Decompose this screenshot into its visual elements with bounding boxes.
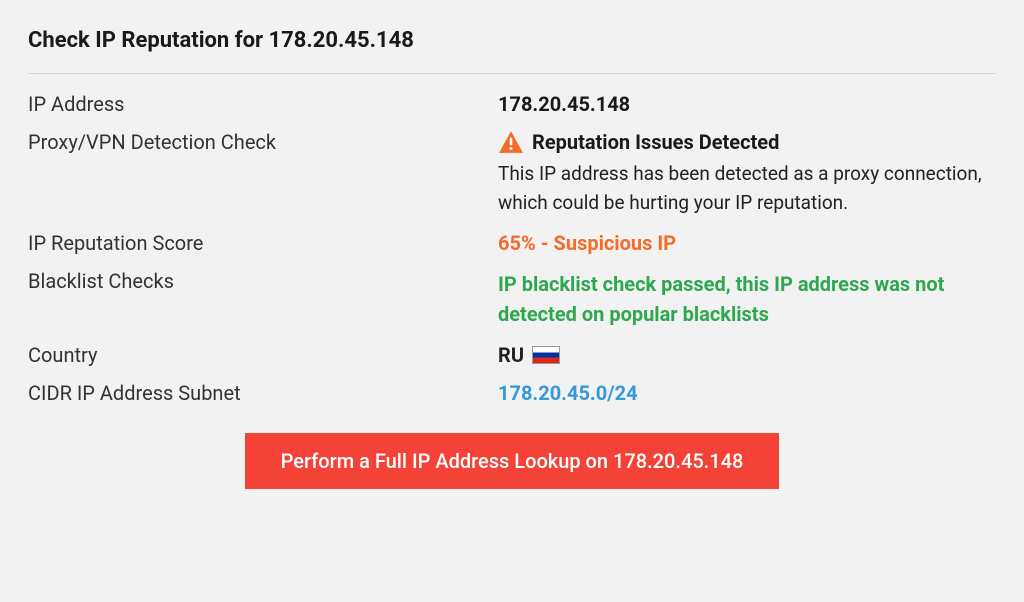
- value-ip-address: 178.20.45.148: [498, 92, 996, 116]
- value-reputation-score: 65% - Suspicious IP: [498, 231, 996, 255]
- row-cidr: CIDR IP Address Subnet 178.20.45.0/24: [28, 381, 996, 405]
- label-reputation-score: IP Reputation Score: [28, 231, 498, 255]
- proxy-status-description: This IP address has been detected as a p…: [498, 160, 996, 217]
- value-country: RU: [498, 343, 996, 367]
- ip-reputation-panel: Check IP Reputation for 178.20.45.148 IP…: [28, 28, 996, 489]
- row-blacklist: Blacklist Checks IP blacklist check pass…: [28, 269, 996, 329]
- label-blacklist: Blacklist Checks: [28, 269, 498, 293]
- country-code: RU: [498, 343, 524, 367]
- warning-icon: [498, 130, 524, 154]
- proxy-header: Reputation Issues Detected: [498, 130, 996, 154]
- label-ip-address: IP Address: [28, 92, 498, 116]
- label-cidr: CIDR IP Address Subnet: [28, 381, 498, 405]
- button-row: Perform a Full IP Address Lookup on 178.…: [28, 433, 996, 489]
- label-proxy-check: Proxy/VPN Detection Check: [28, 130, 498, 154]
- divider: [28, 73, 996, 74]
- value-proxy-check: Reputation Issues Detected This IP addre…: [498, 130, 996, 217]
- full-lookup-button[interactable]: Perform a Full IP Address Lookup on 178.…: [245, 433, 780, 489]
- value-blacklist: IP blacklist check passed, this IP addre…: [498, 269, 996, 329]
- row-country: Country RU: [28, 343, 996, 367]
- row-ip-address: IP Address 178.20.45.148: [28, 92, 996, 116]
- flag-ru-icon: [532, 346, 560, 364]
- row-proxy-check: Proxy/VPN Detection Check Reputation Iss…: [28, 130, 996, 217]
- proxy-status-title: Reputation Issues Detected: [532, 130, 779, 154]
- row-reputation-score: IP Reputation Score 65% - Suspicious IP: [28, 231, 996, 255]
- page-title: Check IP Reputation for 178.20.45.148: [28, 28, 996, 53]
- value-cidr[interactable]: 178.20.45.0/24: [498, 381, 996, 405]
- label-country: Country: [28, 343, 498, 367]
